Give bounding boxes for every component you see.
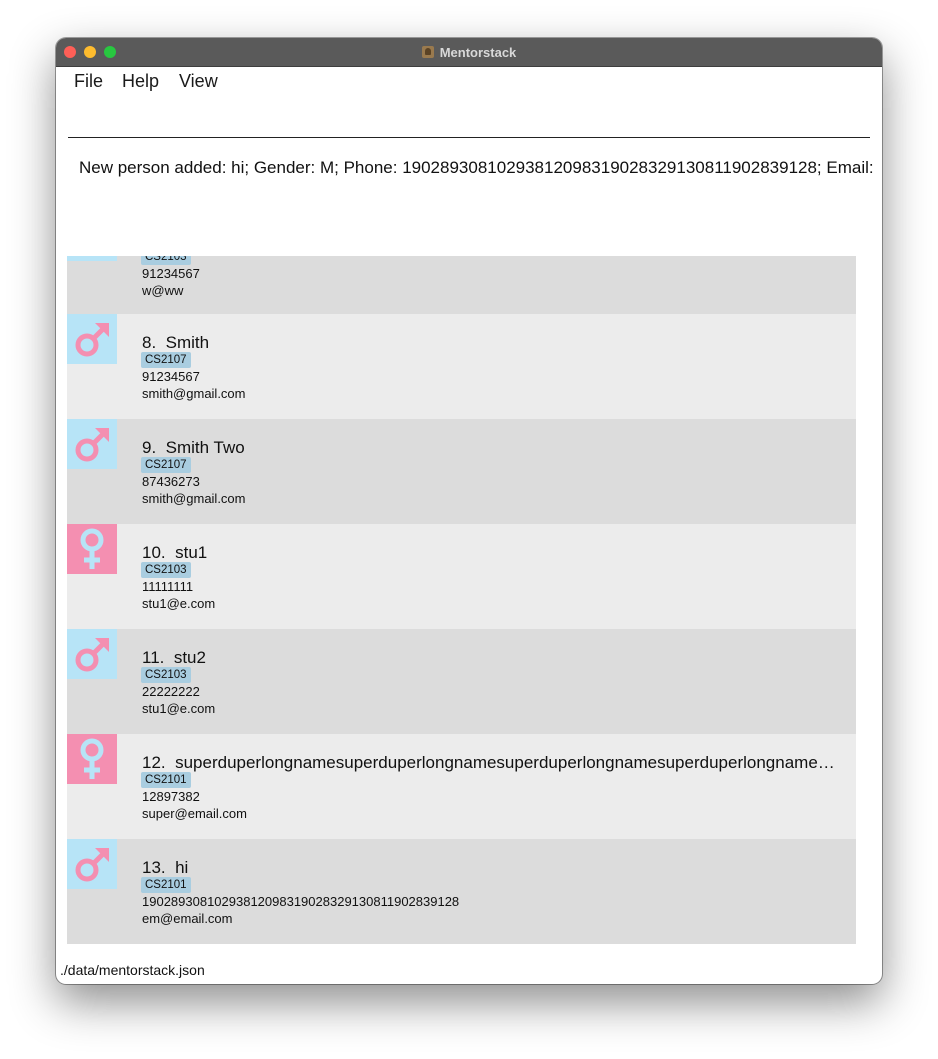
save-location-status: ./data/mentorstack.json <box>60 962 205 978</box>
person-card[interactable]: 8. Smith CS2107 91234567 smith@gmail.com <box>67 314 856 419</box>
menu-help[interactable]: Help <box>122 71 159 92</box>
person-phone: 22222222 <box>142 684 200 699</box>
menu-bar: File Help View <box>56 67 882 97</box>
person-card[interactable]: CS2103 91234567 w@ww <box>67 256 856 316</box>
person-email: stu1@e.com <box>142 596 216 611</box>
command-box <box>68 100 870 138</box>
app-window: Mentorstack File Help View New person ad… <box>56 38 882 984</box>
person-index: 11. <box>142 648 165 667</box>
window-title: Mentorstack <box>439 44 517 60</box>
person-list[interactable]: CS2103 91234567 w@ww 8. Smith CS2107 912… <box>67 256 856 944</box>
person-phone: 12897382 <box>142 789 200 804</box>
person-email: w@ww <box>142 283 184 298</box>
male-symbol-icon <box>75 428 109 462</box>
person-name: 13. hi <box>142 858 842 878</box>
person-name-text: stu1 <box>175 543 208 562</box>
command-input[interactable] <box>68 100 870 137</box>
person-name-text: superduperlongnamesuperduperlongnamesupe… <box>175 753 842 772</box>
person-email: stu1@e.com <box>142 701 216 716</box>
menu-view[interactable]: View <box>179 71 218 92</box>
person-index: 12. <box>142 753 166 772</box>
module-tag: CS2107 <box>141 352 191 368</box>
person-card[interactable]: 9. Smith Two CS2107 87436273 smith@gmail… <box>67 419 856 524</box>
person-name-text: Smith Two <box>165 438 245 457</box>
person-phone: 87436273 <box>142 474 200 489</box>
title-group: Mentorstack <box>56 38 882 66</box>
person-name-text: Smith <box>165 333 210 352</box>
title-bar[interactable]: Mentorstack <box>56 38 882 67</box>
person-phone: 1902893081029381209831902832913081190283… <box>142 894 460 909</box>
person-card[interactable]: 10. stu1 CS2103 11111111 stu1@e.com <box>67 524 856 629</box>
person-name: 12. superduperlongnamesuperduperlongname… <box>142 753 842 773</box>
person-name: 10. stu1 <box>142 543 842 563</box>
male-symbol-icon <box>75 638 109 672</box>
male-symbol-icon <box>75 323 109 357</box>
module-tag: CS2103 <box>141 562 191 578</box>
female-symbol-icon <box>80 528 104 569</box>
person-email: em@email.com <box>142 911 233 926</box>
person-name: 9. Smith Two <box>142 438 842 458</box>
person-email: smith@gmail.com <box>142 491 246 506</box>
gender-avatar <box>67 839 117 889</box>
female-symbol-icon <box>80 738 104 779</box>
person-name: 11. stu2 <box>142 648 842 668</box>
person-name: 8. Smith <box>142 333 842 353</box>
person-email: super@email.com <box>142 806 247 821</box>
person-card[interactable]: 12. superduperlongnamesuperduperlongname… <box>67 734 856 839</box>
result-display: New person added: hi; Gender: M; Phone: … <box>79 158 874 177</box>
person-card[interactable]: 11. stu2 CS2103 22222222 stu1@e.com <box>67 629 856 734</box>
person-index: 8. <box>142 333 157 352</box>
person-index: 13. <box>142 858 166 877</box>
module-tag: CS2101 <box>141 772 191 788</box>
gender-avatar <box>67 419 117 469</box>
person-index: 9. <box>142 438 157 457</box>
module-tag: CS2107 <box>141 457 191 473</box>
person-phone: 91234567 <box>142 369 200 384</box>
menu-file[interactable]: File <box>74 71 103 92</box>
male-symbol-icon <box>67 256 117 261</box>
person-phone: 91234567 <box>142 266 200 281</box>
person-name-text: hi <box>175 858 189 877</box>
gender-avatar <box>67 256 117 261</box>
app-icon <box>421 46 434 58</box>
person-card[interactable]: 13. hi CS2101 19028930810293812098319028… <box>67 839 856 944</box>
person-index: 10. <box>142 543 166 562</box>
module-tag: CS2103 <box>141 256 191 265</box>
gender-avatar <box>67 314 117 364</box>
person-name-text: stu2 <box>173 648 206 667</box>
person-email: smith@gmail.com <box>142 386 246 401</box>
module-tag: CS2103 <box>141 667 191 683</box>
module-tag: CS2101 <box>141 877 191 893</box>
gender-avatar <box>67 734 117 784</box>
gender-avatar <box>67 524 117 574</box>
male-symbol-icon <box>75 848 109 882</box>
person-phone: 11111111 <box>142 579 194 594</box>
gender-avatar <box>67 629 117 679</box>
